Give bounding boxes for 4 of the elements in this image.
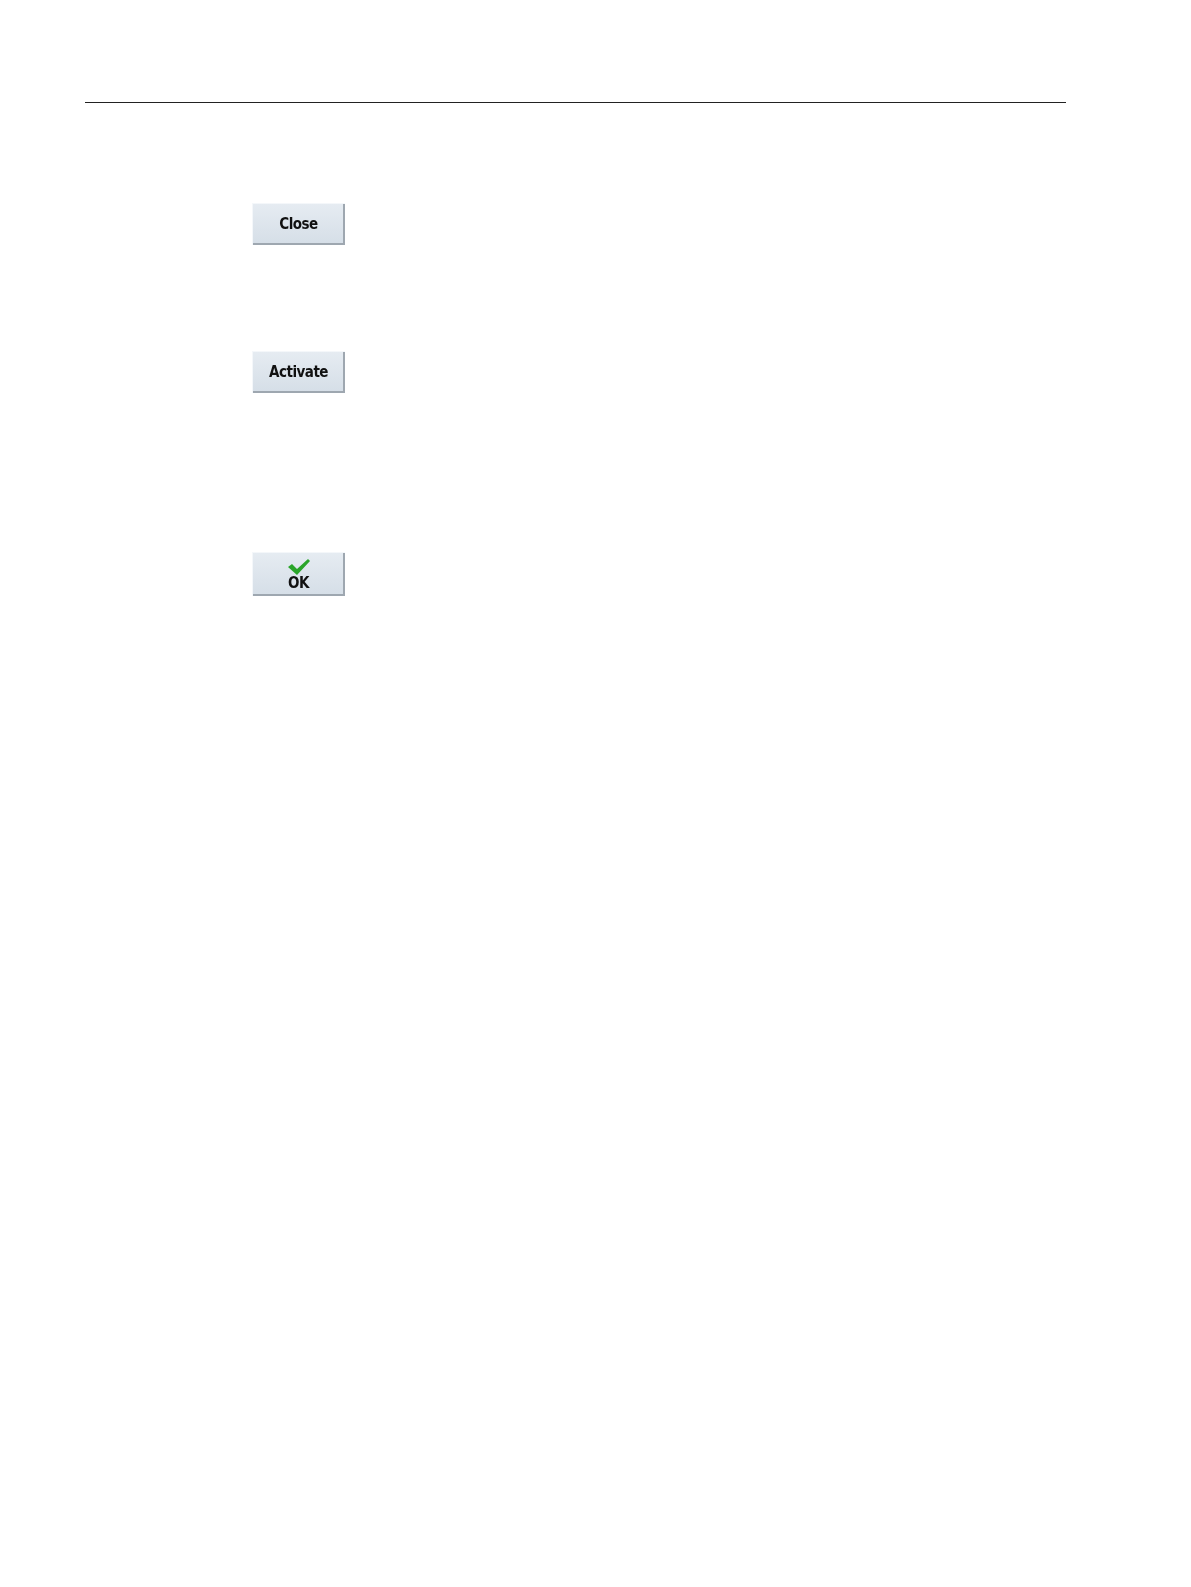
softkey-button[interactable]: Close [252, 203, 345, 245]
checkmark-icon [286, 557, 311, 576]
softkey-button[interactable]: OK [252, 552, 345, 596]
softkey-button[interactable]: Activate [252, 351, 345, 393]
